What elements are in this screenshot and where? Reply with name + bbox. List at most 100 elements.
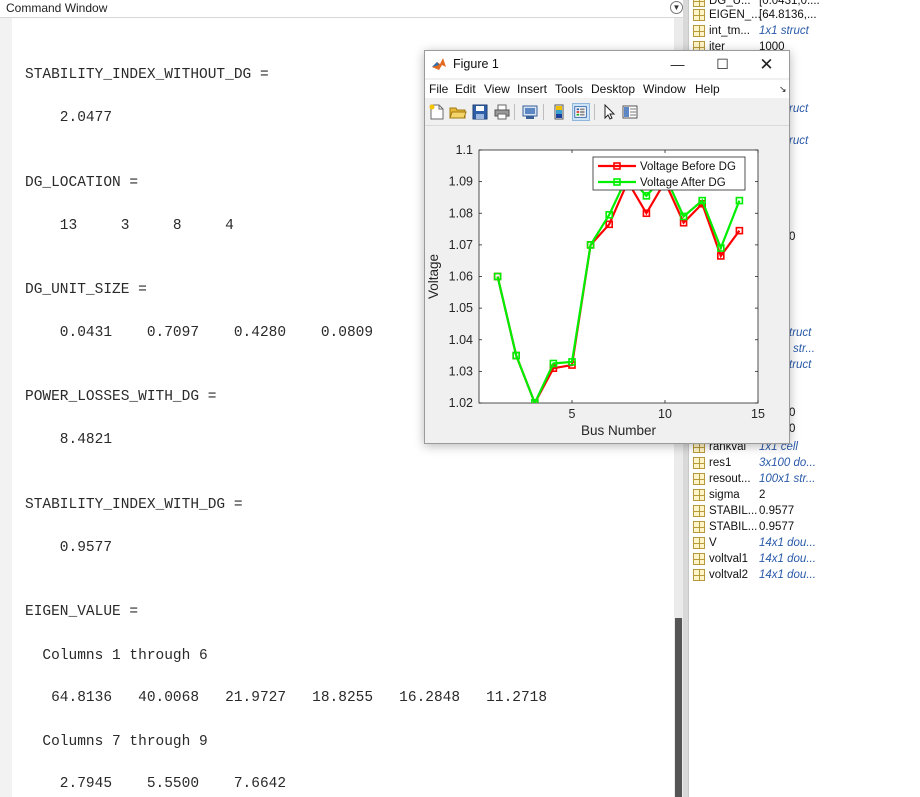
x-tick-label: 10 [658,407,672,421]
output-line: 64.8136 40.0068 21.9727 18.8255 16.2848 … [25,690,548,706]
y-tick-label: 1.08 [449,206,473,220]
matrix-icon [693,9,705,21]
y-axis-label: Voltage [426,254,441,299]
matrix-icon [693,553,705,565]
figure-window[interactable]: Figure 1 — ☐ ✕ File Edit View Insert Too… [424,50,790,444]
matrix-icon [693,457,705,469]
property-editor-icon[interactable] [621,103,639,121]
close-button[interactable]: ✕ [744,51,789,78]
output-line: DG_UNIT_SIZE = [25,282,147,298]
command-window-title: Command Window [6,1,108,15]
variable-value: 14x1 dou... [759,553,816,565]
variable-value-partial: ruct [789,135,809,147]
output-line: 2.0477 [25,110,113,126]
y-tick-label: 1.09 [449,175,473,189]
print-icon[interactable] [493,103,511,121]
new-figure-icon[interactable] [428,103,446,121]
output-line: STABILITY_INDEX_WITH_DG = [25,497,243,513]
menu-edit[interactable]: Edit [455,82,476,96]
figure-title: Figure 1 [453,57,499,71]
command-window-header: Command Window ▼ [0,0,686,18]
variable-name: voltval1 [709,553,748,565]
matrix-icon [693,0,705,7]
output-line: 8.4821 [25,432,113,448]
variable-value: [64.8136,... [759,9,817,21]
output-line: 0.9577 [25,540,113,556]
x-tick-label: 5 [569,407,576,421]
y-tick-label: 1.05 [449,301,473,315]
save-icon[interactable] [471,103,489,121]
figure-plot-area[interactable]: 5 10 15 1.02 1.03 1.04 1.05 1.06 1.07 1.08 1.09 1.1… [425,126,789,443]
matrix-icon [693,505,705,517]
variable-name: int_tm... [709,25,750,37]
variable-name: EIGEN_... [709,9,761,21]
y-tick-label: 1.03 [449,364,473,378]
menu-window[interactable]: Window [643,82,686,96]
variable-value: 1x1 struct [759,25,809,37]
minimize-button[interactable]: — [655,51,700,78]
variable-value: 14x1 dou... [759,537,816,549]
voltage-line-chart[interactable]: 5 10 15 1.02 1.03 1.04 1.05 1.06 1.07 1.08 1.09 1.1… [425,126,789,443]
pointer-icon[interactable] [600,103,618,121]
menu-desktop[interactable]: Desktop [591,82,635,96]
legend-icon[interactable] [572,103,590,121]
colorbar-icon[interactable] [550,103,568,121]
x-tick-label: 15 [751,407,765,421]
menu-tools[interactable]: Tools [555,82,583,96]
output-line: Columns 1 through 6 [25,648,208,664]
output-line: DG_LOCATION = [25,175,139,191]
matlab-logo-icon [431,56,447,72]
variable-name: res1 [709,457,732,469]
menu-file[interactable]: File [429,82,448,96]
figure-menubar: File Edit View Insert Tools Desktop Wind… [425,80,789,98]
struct-icon [693,473,705,485]
legend-entry-label: Voltage After DG [640,177,726,189]
command-window-gutter [0,18,12,797]
menu-insert[interactable]: Insert [517,82,547,96]
toolbar-separator [594,104,595,120]
output-line: EIGEN_VALUE = [25,604,139,620]
output-line: POWER_LOSSES_WITH_DG = [25,389,217,405]
output-line: STABILITY_INDEX_WITHOUT_DG = [25,67,269,83]
y-tick-label: 1.06 [449,270,473,284]
menu-view[interactable]: View [484,82,510,96]
matrix-icon [693,537,705,549]
dock-arrow-icon[interactable]: ↘ [779,84,787,95]
variable-value: 2 [759,489,766,501]
variable-value: 0.9577 [759,521,795,533]
x-axis-label: Bus Number [581,423,657,438]
variable-value-partial: truct [789,359,812,371]
panel-menu-icon[interactable]: ▼ [670,1,683,14]
output-line: Columns 7 through 9 [25,734,208,750]
output-line: 13 3 8 4 [25,218,234,234]
maximize-button[interactable]: ☐ [700,51,745,78]
figure-toolbar [425,99,789,126]
variable-name: STABIL... [709,505,758,517]
toolbar-separator [514,104,515,120]
matrix-icon [693,569,705,581]
variable-value: 100x1 str... [759,473,816,485]
toolbar-separator [543,104,544,120]
y-tick-label: 1.04 [449,333,473,347]
variable-value-partial: str... [793,343,815,355]
variable-name: STABIL... [709,521,758,533]
y-tick-label: 1.07 [449,238,473,252]
variable-value: 3x100 do... [759,457,816,469]
link-icon[interactable] [521,103,539,121]
figure-titlebar[interactable]: Figure 1 — ☐ ✕ [425,51,789,78]
y-tick-label: 1.02 [449,396,473,410]
matrix-icon [693,489,705,501]
matrix-icon [693,521,705,533]
variable-name: V [709,537,717,549]
legend-entry-label: Voltage Before DG [640,161,736,173]
variable-value-partial: ruct [789,103,809,115]
variable-value: 0.9577 [759,505,795,517]
scrollbar-thumb[interactable] [675,618,682,797]
menu-help[interactable]: Help [695,82,720,96]
variable-name: sigma [709,489,740,501]
y-tick-label: 1.1 [456,143,473,157]
open-file-icon[interactable] [449,103,467,121]
variable-value-partial: truct [789,327,812,339]
output-line: 0.0431 0.7097 0.4280 0.0809 [25,325,374,341]
output-line: 2.7945 5.5500 7.6642 [25,776,287,792]
